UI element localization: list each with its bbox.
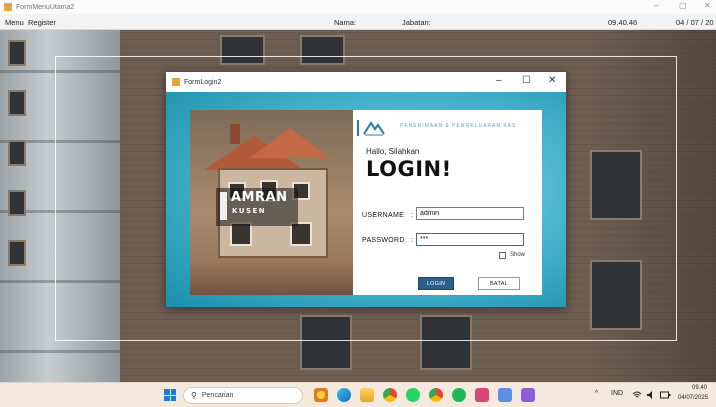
calendar-app-icon[interactable] bbox=[475, 388, 489, 402]
menu-strip: Menu Register Nama: Jabatan: 09.40.46 04… bbox=[0, 14, 716, 30]
visual-studio-icon[interactable] bbox=[521, 388, 535, 402]
taskbar-search[interactable]: ⚲ Pencarian bbox=[183, 387, 303, 404]
brand-mark-icon bbox=[220, 192, 227, 220]
show-password-label[interactable]: Show bbox=[510, 252, 525, 258]
username-label: USERNAME bbox=[362, 212, 405, 219]
weather-icon[interactable] bbox=[314, 388, 328, 402]
house-illustration: AMRAN KUSEN bbox=[190, 110, 353, 295]
windows-start-icon[interactable] bbox=[164, 389, 176, 401]
battery-icon[interactable] bbox=[660, 390, 671, 400]
edge-icon[interactable] bbox=[337, 388, 351, 402]
file-explorer-icon[interactable] bbox=[360, 388, 374, 402]
login-dialog: FormLogin2 – ☐ ✕ AMRAN KUSEN PENERIMAAN … bbox=[166, 72, 566, 307]
nama-label: Nama: bbox=[334, 18, 357, 27]
logo-divider bbox=[357, 120, 359, 136]
tray-chevron-icon[interactable]: ^ bbox=[595, 390, 598, 397]
taskbar: ⚲ Pencarian ^ IND 09.40 04/07/2025 bbox=[0, 382, 716, 407]
greeting-text: Hallo, Silahkan bbox=[366, 147, 420, 156]
main-window-titlebar: FormMenuUtama2 – ▢ ✕ bbox=[0, 0, 716, 14]
dialog-close-button[interactable]: ✕ bbox=[548, 75, 556, 86]
taskbar-time: 09.40 bbox=[692, 385, 708, 391]
username-input[interactable] bbox=[416, 207, 524, 220]
chrome-icon[interactable] bbox=[383, 388, 397, 402]
spotify-icon[interactable] bbox=[452, 388, 466, 402]
dialog-titlebar: FormLogin2 – ☐ ✕ bbox=[166, 72, 566, 92]
login-form: PENERIMAAN & PENGELUARAN KAS Hallo, Sila… bbox=[353, 110, 542, 295]
brand-name: AMRAN bbox=[231, 190, 288, 205]
link-app-icon[interactable] bbox=[498, 388, 512, 402]
menu-item-register[interactable]: Register bbox=[28, 18, 56, 27]
dialog-maximize-button[interactable]: ☐ bbox=[522, 75, 531, 86]
jabatan-label: Jabatan: bbox=[402, 18, 431, 27]
taskbar-date: 04/07/2025 bbox=[678, 395, 709, 401]
maximize-button[interactable]: ▢ bbox=[679, 1, 687, 10]
clock-time: 09.40.46 bbox=[608, 18, 638, 27]
language-indicator[interactable]: IND bbox=[611, 390, 623, 397]
minimize-button[interactable]: – bbox=[654, 1, 658, 10]
show-password-checkbox[interactable] bbox=[499, 252, 506, 259]
wifi-icon[interactable] bbox=[632, 390, 642, 400]
dialog-minimize-button[interactable]: – bbox=[496, 75, 502, 86]
brand-subname: KUSEN bbox=[232, 207, 267, 215]
volume-icon[interactable] bbox=[646, 390, 656, 400]
app-icon bbox=[4, 3, 12, 11]
password-label: PASSWORD bbox=[362, 237, 405, 244]
whatsapp-icon[interactable] bbox=[406, 388, 420, 402]
search-placeholder: Pencarian bbox=[201, 392, 234, 399]
close-button[interactable]: ✕ bbox=[704, 1, 711, 10]
menu-item-menu[interactable]: Menu bbox=[5, 18, 24, 27]
login-heading: LOGIN! bbox=[366, 157, 452, 181]
clock-date: 04 / 07 / 20 bbox=[676, 18, 714, 27]
app-subtitle: PENERIMAAN & PENGELUARAN KAS bbox=[400, 123, 517, 129]
login-button[interactable]: LOGIN bbox=[418, 277, 454, 290]
chrome-icon[interactable] bbox=[429, 388, 443, 402]
search-icon: ⚲ bbox=[191, 391, 197, 400]
main-window-title: FormMenuUtama2 bbox=[16, 3, 75, 11]
mountain-logo-icon bbox=[363, 121, 385, 136]
username-colon: : bbox=[411, 212, 413, 219]
dialog-body: AMRAN KUSEN PENERIMAAN & PENGELUARAN KAS… bbox=[166, 92, 566, 307]
dialog-app-icon bbox=[172, 78, 180, 86]
dialog-title: FormLogin2 bbox=[184, 78, 222, 86]
cancel-button[interactable]: BATAL bbox=[478, 277, 520, 290]
password-colon: : bbox=[411, 237, 413, 244]
password-input[interactable] bbox=[416, 233, 524, 246]
